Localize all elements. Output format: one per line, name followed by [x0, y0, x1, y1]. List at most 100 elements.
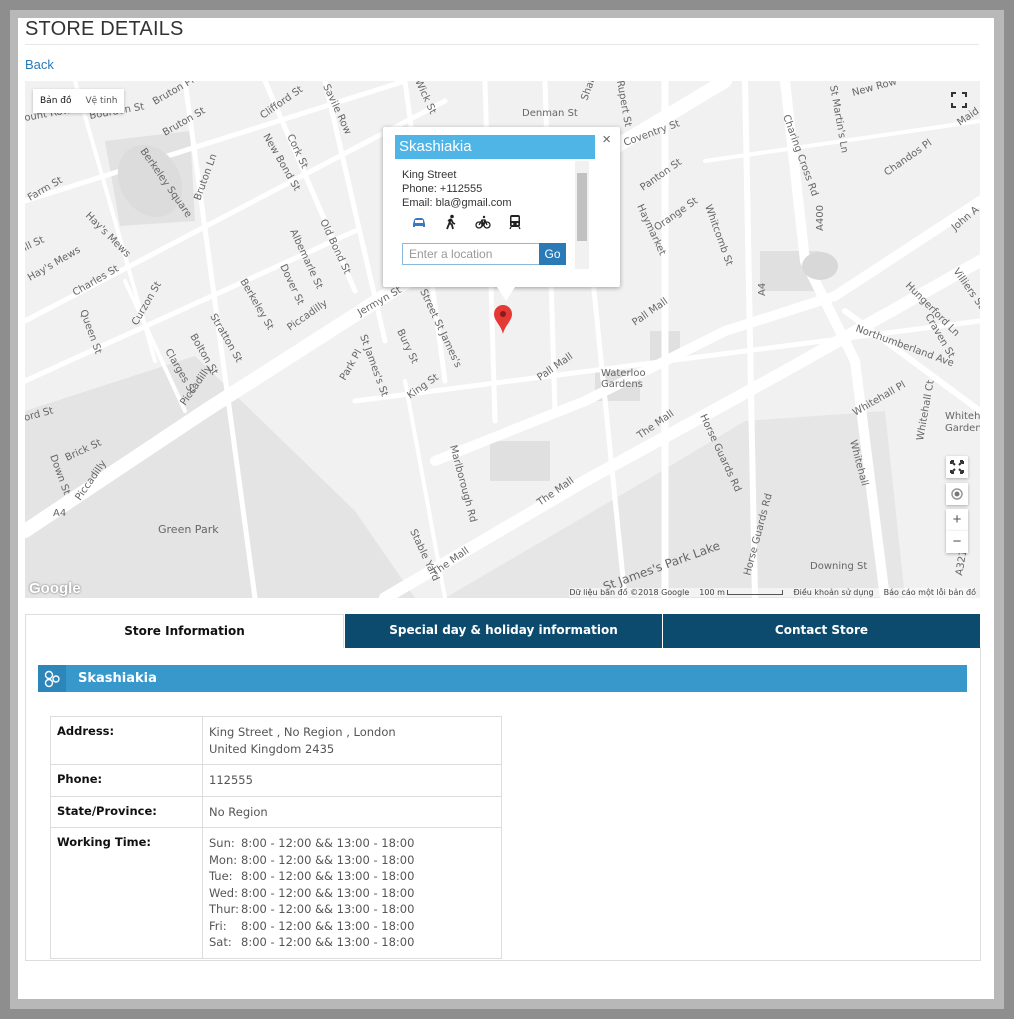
store-icon [38, 665, 66, 692]
bicycle-icon[interactable] [475, 214, 491, 230]
go-button[interactable]: Go [539, 243, 566, 265]
svg-text:Dover St: Dover St [277, 263, 305, 307]
zoom-in-button[interactable]: + [946, 509, 968, 531]
svg-text:Gardens: Gardens [601, 379, 643, 390]
info-email: Email: bla@gmail.com [402, 197, 512, 209]
svg-text:Chandos Pl: Chandos Pl [882, 138, 934, 179]
map-type-satellite[interactable]: Vệ tinh [78, 89, 124, 113]
svg-text:Charles St: Charles St [71, 263, 121, 298]
map-type-roadmap[interactable]: Bản đồ [33, 89, 78, 113]
back-link[interactable]: Back [25, 57, 54, 72]
table-row: Address: King Street , No Region , Londo… [50, 716, 502, 765]
zoom-out-button[interactable]: − [946, 531, 968, 553]
phone-value: 112555 [202, 764, 502, 797]
svg-text:New Row: New Row [851, 81, 898, 99]
svg-text:ill St: ill St [25, 235, 46, 254]
close-icon[interactable]: × [602, 131, 611, 148]
google-logo: Google [29, 580, 81, 597]
svg-text:Villiers St: Villiers St [951, 266, 980, 311]
svg-text:Green Park: Green Park [158, 523, 219, 536]
day-label: Thur: [209, 902, 240, 916]
svg-text:Denman St: Denman St [522, 108, 578, 119]
store-map[interactable]: Bruton Pl Bruton St Berkeley Square Brut… [25, 81, 980, 598]
my-location-icon[interactable] [946, 483, 968, 505]
phone-label: Phone: [50, 764, 203, 797]
tab-special-days[interactable]: Special day & holiday information [344, 614, 662, 648]
table-row: Phone: 112555 [50, 764, 502, 797]
page-title: STORE DETAILS [25, 18, 184, 40]
store-tabs: Store Information Special day & holiday … [25, 614, 980, 648]
day-hours: 8:00 - 12:00 && 13:00 - 18:00 [241, 902, 415, 916]
working-time-row: Tue: 8:00 - 12:00 && 13:00 - 18:00 [209, 868, 495, 885]
svg-text:Whitcomb St: Whitcomb St [702, 203, 734, 267]
working-time-row: Sun: 8:00 - 12:00 && 13:00 - 18:00 [209, 835, 495, 852]
svg-text:Park Pl: Park Pl [338, 348, 364, 383]
state-value: No Region [202, 795, 502, 828]
map-type-toggle: Bản đồ Vệ tinh [33, 89, 125, 113]
table-row: State/Province: No Region [50, 795, 502, 828]
svg-text:Gardens: Gardens [945, 423, 980, 434]
day-hours: 8:00 - 12:00 && 13:00 - 18:00 [241, 935, 415, 949]
working-time-row: Fri: 8:00 - 12:00 && 13:00 - 18:00 [209, 918, 495, 935]
address-line-2: United Kingdom 2435 [209, 741, 335, 756]
state-label: State/Province: [50, 795, 203, 828]
day-hours: 8:00 - 12:00 && 13:00 - 18:00 [241, 852, 415, 867]
day-hours: 8:00 - 12:00 && 13:00 - 18:00 [241, 836, 415, 850]
car-icon[interactable] [411, 214, 427, 230]
terms-link[interactable]: Điều khoản sử dụng [793, 588, 873, 597]
working-time-row: Thur: 8:00 - 12:00 && 13:00 - 18:00 [209, 901, 495, 918]
walk-icon[interactable] [443, 214, 459, 230]
tab-store-information[interactable]: Store Information [25, 614, 344, 648]
report-error-link[interactable]: Báo cáo một lỗi bản đồ [884, 588, 976, 597]
scale-label: 100 m [699, 588, 725, 597]
svg-text:Rupert St: Rupert St [614, 81, 633, 128]
scale-bar [727, 590, 784, 595]
working-time-row: Wed: 8:00 - 12:00 && 13:00 - 18:00 [209, 885, 495, 902]
map-attribution: Dữ liệu bản đồ ©2018 Google 100 m Điều k… [569, 588, 976, 597]
svg-text:Orange St: Orange St [652, 195, 700, 233]
svg-text:A4: A4 [53, 508, 66, 519]
store-name: Skashiakia [78, 671, 157, 686]
info-street: King Street [402, 169, 457, 181]
svg-text:Berkeley St: Berkeley St [237, 277, 275, 332]
day-label: Fri: [209, 918, 227, 933]
address-value: King Street , No Region , London United … [202, 716, 502, 765]
map-marker-icon[interactable] [494, 305, 512, 335]
transit-icon[interactable] [507, 214, 523, 230]
day-label: Mon: [209, 852, 238, 867]
day-label: Sat: [209, 935, 232, 949]
working-time-row: Sat: 8:00 - 12:00 && 13:00 - 18:00 [209, 934, 495, 951]
store-info-panel: Skashiakia Address: King Street , No Reg… [25, 647, 981, 961]
day-label: Sun: [209, 836, 235, 850]
travel-mode-icons [411, 214, 523, 230]
address-line-1: King Street , No Region , London [209, 725, 396, 739]
info-window-scrollbar[interactable] [575, 161, 589, 269]
day-hours: 8:00 - 12:00 && 13:00 - 18:00 [241, 918, 415, 933]
expand-icon[interactable] [946, 456, 968, 478]
working-time-label: Working Time: [50, 827, 203, 959]
svg-text:Shaft: Shaft [579, 81, 598, 102]
store-info-table: Address: King Street , No Region , Londo… [50, 716, 502, 959]
svg-text:Whitehall Ct: Whitehall Ct [915, 379, 936, 441]
working-time-value: Sun: 8:00 - 12:00 && 13:00 - 18:00 Mon: 8:… [202, 827, 502, 959]
fullscreen-icon[interactable] [948, 89, 970, 111]
title-divider [25, 44, 979, 45]
table-row: Working Time: Sun: 8:00 - 12:00 && 13:00 … [50, 827, 502, 959]
working-time-row: Mon: 8:00 - 12:00 && 13:00 - 18:00 [209, 852, 495, 869]
info-window-title: Skashiakia [395, 135, 595, 159]
day-label: Tue: [209, 869, 233, 883]
svg-text:Hay's Mews: Hay's Mews [26, 245, 82, 284]
svg-text:A4: A4 [757, 283, 768, 296]
svg-text:Waterloo: Waterloo [601, 368, 646, 379]
day-hours: 8:00 - 12:00 && 13:00 - 18:00 [241, 885, 415, 900]
info-phone: Phone: +112555 [402, 183, 483, 195]
tab-contact-store[interactable]: Contact Store [662, 614, 980, 648]
day-hours: 8:00 - 12:00 && 13:00 - 18:00 [241, 869, 415, 883]
svg-text:Queen St: Queen St [77, 308, 103, 355]
scrollbar-thumb[interactable] [577, 173, 587, 241]
svg-text:Panton St: Panton St [638, 157, 684, 194]
address-label: Address: [50, 716, 203, 765]
info-window: Skashiakia × King Street Phone: +112555 … [383, 127, 620, 301]
info-window-details: King Street Phone: +112555 Email: bla@gm… [402, 168, 512, 210]
location-input[interactable]: Enter a location [402, 243, 541, 265]
